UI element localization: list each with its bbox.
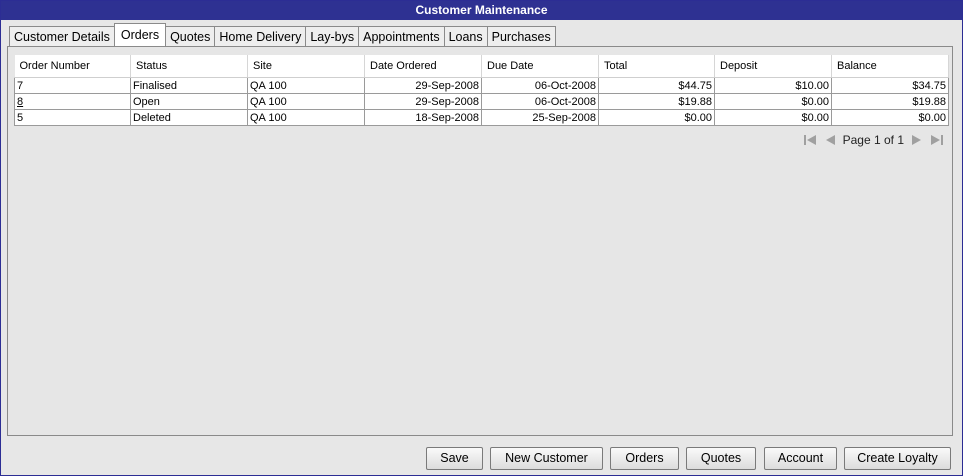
window-title: Customer Maintenance bbox=[1, 1, 962, 20]
quotes-button[interactable]: Quotes bbox=[686, 447, 756, 470]
tab-lay-bys[interactable]: Lay-bys bbox=[305, 26, 360, 46]
customer-maintenance-window: Customer Maintenance Customer Details Or… bbox=[0, 0, 963, 476]
account-button[interactable]: Account bbox=[764, 447, 837, 470]
cell-date-ordered: 18-Sep-2008 bbox=[364, 109, 482, 126]
cell-site: QA 100 bbox=[247, 109, 365, 126]
orders-button[interactable]: Orders bbox=[610, 447, 679, 470]
table-row[interactable]: 5 Deleted QA 100 18-Sep-2008 25-Sep-2008… bbox=[14, 109, 949, 126]
table-header-row: Order Number Status Site Date Ordered Du… bbox=[14, 55, 949, 78]
next-page-icon[interactable] bbox=[910, 133, 924, 147]
column-header-site[interactable]: Site bbox=[247, 55, 365, 78]
prev-page-icon[interactable] bbox=[823, 133, 837, 147]
cell-due-date: 06-Oct-2008 bbox=[481, 77, 599, 94]
button-bar: Save New Customer Orders Quotes Account … bbox=[1, 441, 962, 475]
cell-order-number[interactable]: 7 bbox=[14, 77, 131, 94]
table-row[interactable]: 8 Open QA 100 29-Sep-2008 06-Oct-2008 $1… bbox=[14, 93, 949, 110]
cell-site: QA 100 bbox=[247, 93, 365, 110]
last-page-icon[interactable] bbox=[930, 133, 944, 147]
cell-status: Finalised bbox=[130, 77, 248, 94]
column-header-balance[interactable]: Balance bbox=[831, 55, 949, 78]
cell-total: $19.88 bbox=[598, 93, 715, 110]
column-header-due-date[interactable]: Due Date bbox=[481, 55, 599, 78]
cell-status: Open bbox=[130, 93, 248, 110]
cell-total: $0.00 bbox=[598, 109, 715, 126]
column-header-order-number[interactable]: Order Number bbox=[14, 55, 131, 78]
new-customer-button[interactable]: New Customer bbox=[490, 447, 603, 470]
cell-order-number[interactable]: 8 bbox=[14, 93, 131, 110]
cell-deposit: $0.00 bbox=[714, 109, 832, 126]
tab-quotes[interactable]: Quotes bbox=[165, 26, 216, 46]
cell-balance: $34.75 bbox=[831, 77, 949, 94]
cell-date-ordered: 29-Sep-2008 bbox=[364, 93, 482, 110]
cell-status: Deleted bbox=[130, 109, 248, 126]
tab-strip: Customer Details Orders Quotes Home Deli… bbox=[9, 23, 556, 46]
tab-loans[interactable]: Loans bbox=[443, 26, 488, 46]
cell-order-number[interactable]: 5 bbox=[14, 109, 131, 126]
cell-balance: $0.00 bbox=[831, 109, 949, 126]
tab-appointments[interactable]: Appointments bbox=[358, 26, 445, 46]
column-header-status[interactable]: Status bbox=[130, 55, 248, 78]
orders-tab-panel: Order Number Status Site Date Ordered Du… bbox=[7, 46, 953, 436]
tab-customer-details[interactable]: Customer Details bbox=[9, 26, 115, 46]
table-row[interactable]: 7 Finalised QA 100 29-Sep-2008 06-Oct-20… bbox=[14, 77, 949, 94]
cell-deposit: $0.00 bbox=[714, 93, 832, 110]
orders-table: Order Number Status Site Date Ordered Du… bbox=[14, 55, 949, 126]
pager: Page 1 of 1 bbox=[803, 132, 944, 148]
cell-site: QA 100 bbox=[247, 77, 365, 94]
tab-purchases[interactable]: Purchases bbox=[486, 26, 556, 46]
page-indicator: Page 1 of 1 bbox=[842, 133, 904, 147]
cell-date-ordered: 29-Sep-2008 bbox=[364, 77, 482, 94]
cell-due-date: 25-Sep-2008 bbox=[481, 109, 599, 126]
cell-balance: $19.88 bbox=[831, 93, 949, 110]
column-header-total[interactable]: Total bbox=[598, 55, 715, 78]
save-button[interactable]: Save bbox=[426, 447, 483, 470]
cell-total: $44.75 bbox=[598, 77, 715, 94]
cell-deposit: $10.00 bbox=[714, 77, 832, 94]
first-page-icon[interactable] bbox=[803, 133, 817, 147]
tab-orders[interactable]: Orders bbox=[113, 23, 167, 46]
column-header-date-ordered[interactable]: Date Ordered bbox=[364, 55, 482, 78]
tab-home-delivery[interactable]: Home Delivery bbox=[214, 26, 307, 46]
column-header-deposit[interactable]: Deposit bbox=[714, 55, 832, 78]
create-loyalty-button[interactable]: Create Loyalty bbox=[844, 447, 951, 470]
cell-due-date: 06-Oct-2008 bbox=[481, 93, 599, 110]
